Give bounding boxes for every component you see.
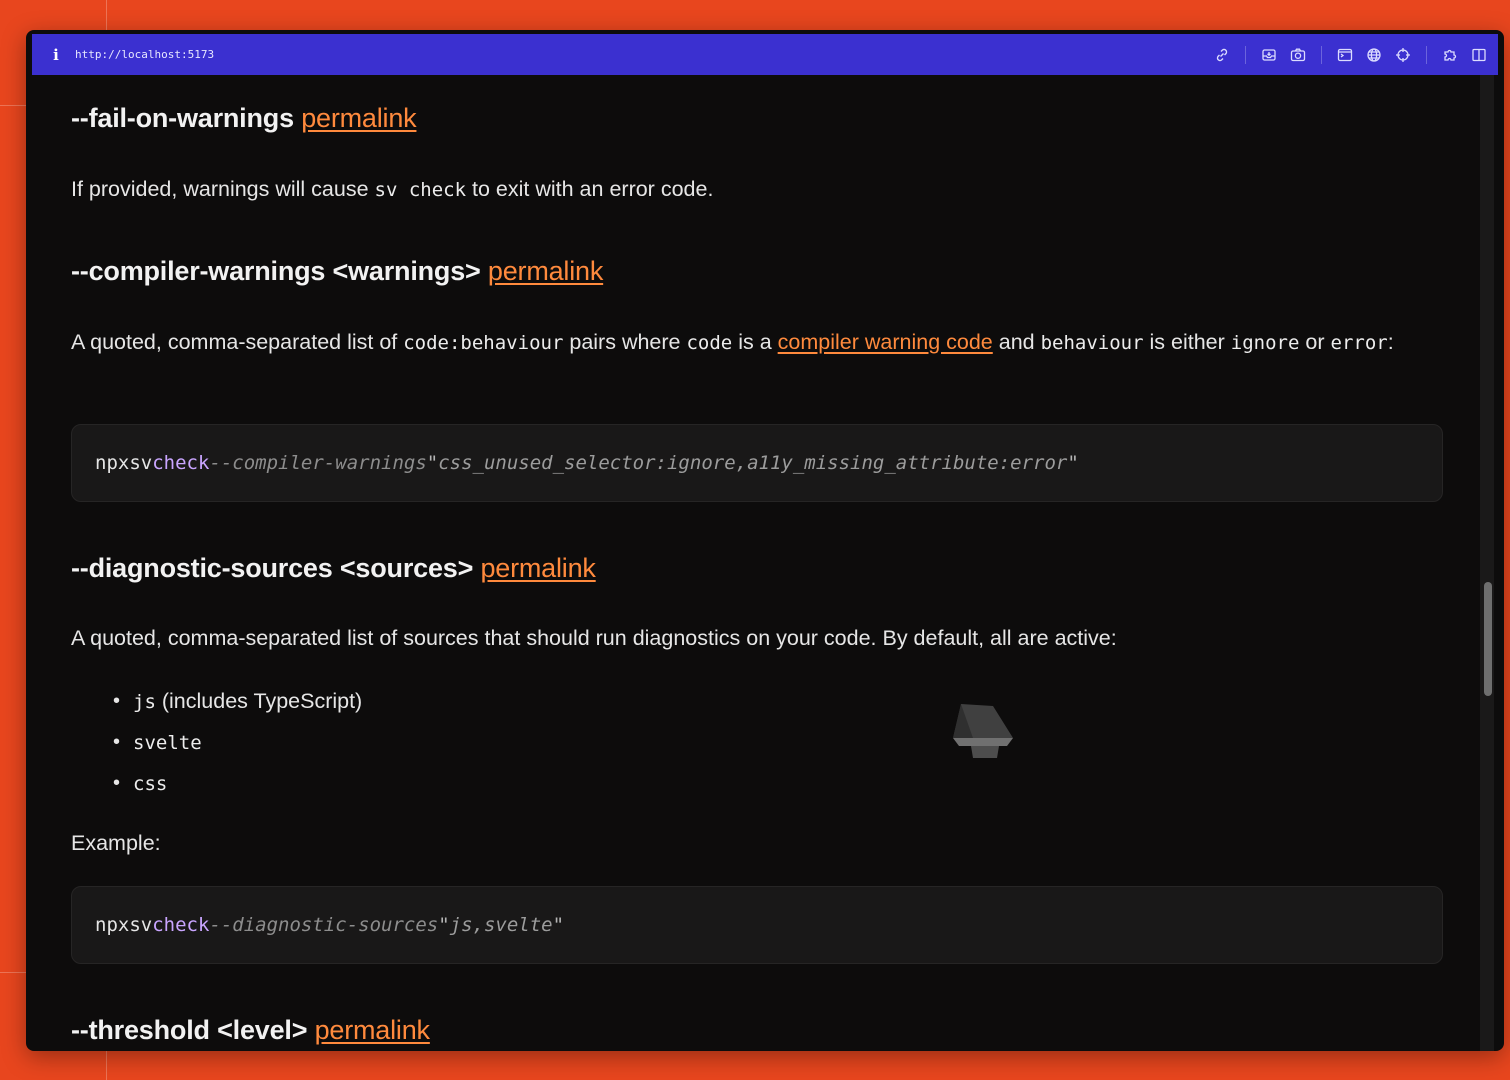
inbox-icon[interactable] — [1260, 46, 1278, 64]
code-block[interactable]: npx sv check --compiler-warnings " css_un… — [71, 424, 1443, 502]
code-token: npx — [95, 452, 130, 474]
code-token: " — [552, 914, 565, 936]
text: is either — [1143, 330, 1231, 354]
text: or — [1299, 330, 1331, 354]
code-token: sv — [129, 452, 153, 474]
scrollbar-track[interactable] — [1480, 75, 1494, 1051]
heading-text: --fail-on-warnings — [71, 103, 294, 133]
paragraph: A quoted, comma-separated list of code:b… — [71, 322, 1451, 363]
camera-icon[interactable] — [1289, 46, 1307, 64]
paragraph: A quoted, comma-separated list of source… — [71, 626, 1117, 650]
permalink-link[interactable]: permalink — [301, 103, 416, 133]
paragraph: If provided, warnings will cause sv chec… — [71, 169, 1451, 210]
code-token: npx — [95, 914, 130, 936]
inline-code: code:behaviour — [403, 332, 564, 354]
code-token: js,svelte — [449, 914, 553, 936]
sources-list: js (includes TypeScript) svelte css — [113, 681, 362, 804]
toolbar-divider — [1426, 45, 1427, 64]
code-block[interactable]: npx sv check --diagnostic-sources " js,sv… — [71, 886, 1443, 964]
text: (includes TypeScript) — [155, 689, 363, 713]
split-view-icon[interactable] — [1470, 46, 1488, 64]
list-item: svelte — [113, 722, 362, 763]
deco-line — [0, 972, 26, 973]
puzzle-icon[interactable] — [1441, 46, 1459, 64]
toolbar-divider — [1321, 45, 1322, 64]
inline-code: behaviour — [1040, 332, 1144, 354]
code-token: --compiler-warnings — [209, 452, 427, 474]
code-token: check — [152, 914, 210, 936]
link-icon[interactable] — [1213, 46, 1231, 64]
heading-text: --compiler-warnings <warnings> — [71, 256, 481, 286]
deco-line — [106, 0, 107, 30]
text: to exit with an error code. — [466, 177, 714, 201]
permalink-link[interactable]: permalink — [488, 256, 603, 286]
list-item: js (includes TypeScript) — [113, 681, 362, 722]
inline-code: css — [133, 773, 168, 795]
inline-code: ignore — [1230, 332, 1300, 354]
terminal-icon[interactable] — [1336, 46, 1354, 64]
permalink-link[interactable]: permalink — [480, 553, 595, 583]
deco-line — [0, 105, 26, 106]
code-token: sv — [129, 914, 153, 936]
heading-text: --threshold <level> — [71, 1015, 308, 1045]
text: is a — [732, 330, 778, 354]
compiler-warning-code-link[interactable]: compiler warning code — [778, 330, 993, 354]
code-token: css_unused_selector:ignore,a11y_missing_… — [438, 452, 1068, 474]
cursor-shape-icon — [953, 704, 1013, 758]
text: pairs where — [563, 330, 687, 354]
heading-fail-on-warnings: --fail-on-warnings permalink — [71, 103, 417, 134]
code-token: --diagnostic-sources — [209, 914, 439, 936]
heading-threshold: --threshold <level> permalink — [71, 1015, 430, 1046]
heading-compiler-warnings: --compiler-warnings <warnings> permalink — [71, 256, 603, 287]
text: and — [992, 330, 1041, 354]
text: If provided, warnings will cause — [71, 177, 375, 201]
info-icon[interactable]: i — [46, 46, 66, 64]
text: A quoted, comma-separated list of — [71, 330, 404, 354]
inline-code: error — [1330, 332, 1388, 354]
deco-line — [106, 1050, 107, 1080]
inline-code: svelte — [133, 732, 202, 754]
toolbar-divider — [1245, 45, 1246, 64]
scrollbar-thumb[interactable] — [1484, 582, 1492, 696]
code-token: " — [438, 914, 450, 936]
browser-window: i http://localhost:5173 --fail-on-warnin… — [26, 30, 1504, 1051]
url-text[interactable]: http://localhost:5173 — [75, 48, 214, 61]
list-item: css — [113, 763, 362, 804]
url-bar: i http://localhost:5173 — [32, 34, 1498, 75]
inline-code: js — [133, 691, 156, 713]
permalink-link[interactable]: permalink — [315, 1015, 430, 1045]
heading-diagnostic-sources: --diagnostic-sources <sources> permalink — [71, 553, 596, 584]
example-label: Example: — [71, 831, 161, 855]
browser-toolbar — [1202, 34, 1488, 75]
code-token: " — [1067, 452, 1079, 474]
text: : — [1387, 330, 1394, 354]
globe-icon[interactable] — [1365, 46, 1383, 64]
crosshair-icon[interactable] — [1394, 46, 1412, 64]
code-token: check — [152, 452, 210, 474]
code-token: " — [426, 452, 439, 474]
heading-text: --diagnostic-sources <sources> — [71, 553, 474, 583]
inline-code: code — [686, 332, 733, 354]
inline-code: sv check — [374, 179, 467, 201]
